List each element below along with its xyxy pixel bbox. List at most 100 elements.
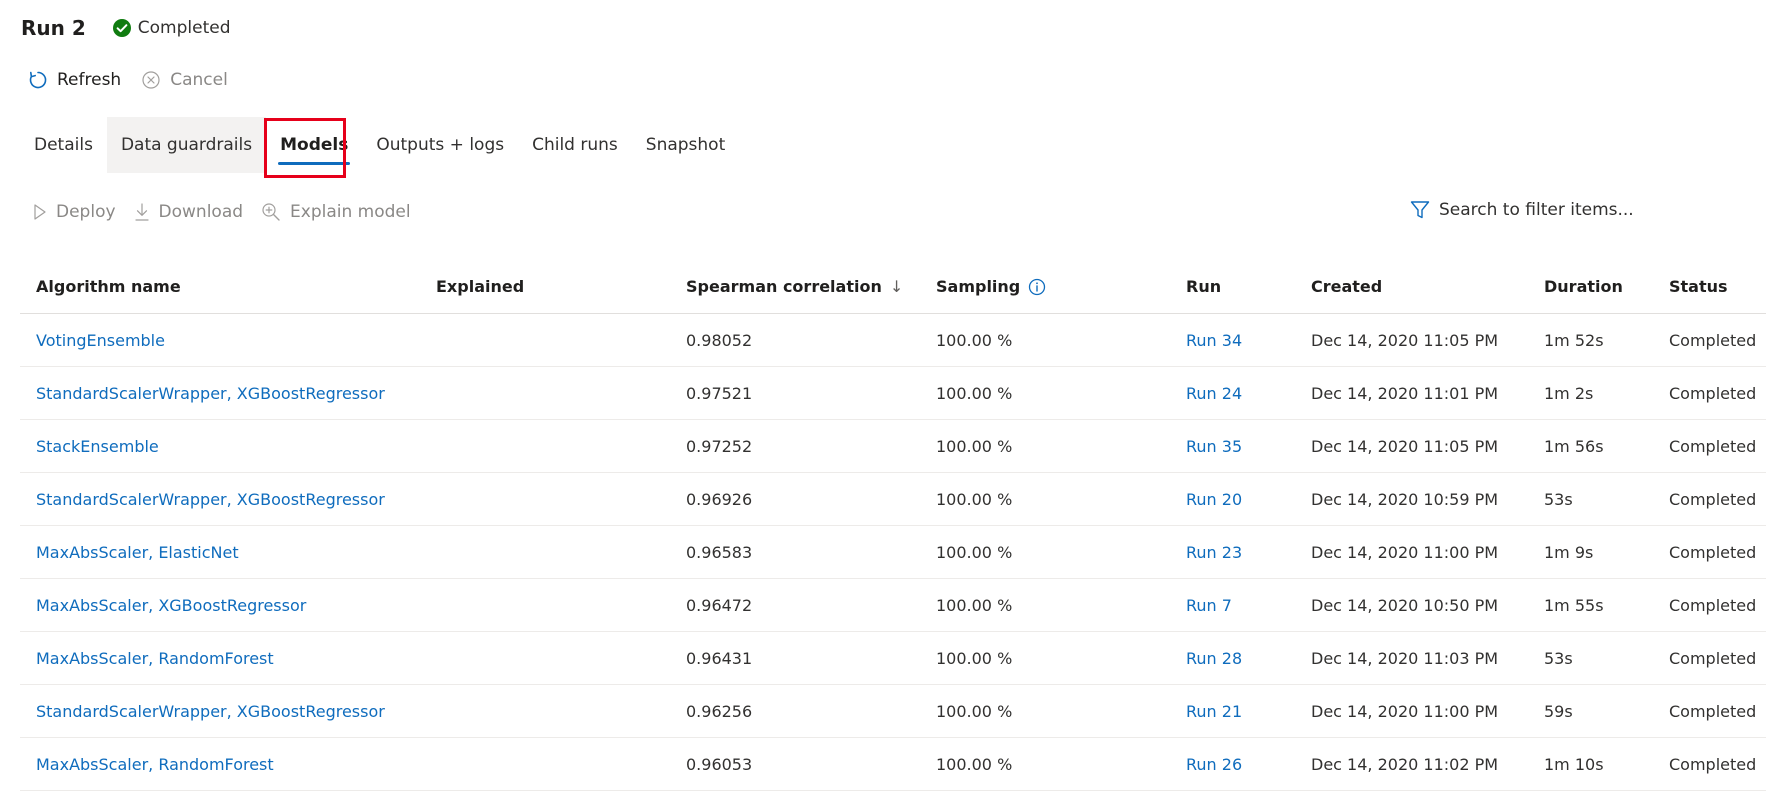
sampling-cell: 100.00 %: [936, 648, 1013, 668]
cancel-icon: [142, 71, 160, 89]
table-row[interactable]: StandardScalerWrapper, XGBoostRegressor …: [20, 367, 1766, 420]
created-cell: Dec 14, 2020 11:03 PM: [1311, 648, 1499, 668]
run-link[interactable]: Run 7: [1170, 596, 1295, 615]
table-row[interactable]: MaxAbsScaler, RandomForest 0.96053 100.0…: [20, 738, 1766, 791]
created-cell: Dec 14, 2020 10:59 PM: [1311, 489, 1499, 509]
table-row[interactable]: MaxAbsScaler, XGBoostRegressor 0.96472 1…: [20, 579, 1766, 632]
algorithm-name-link[interactable]: StandardScalerWrapper, XGBoostRegressor: [20, 702, 420, 721]
duration-cell: 53s: [1544, 489, 1573, 509]
sampling-cell: 100.00 %: [936, 383, 1013, 403]
table-row[interactable]: StackEnsemble 0.97252 100.00 % Run 35 De…: [20, 420, 1766, 473]
deploy-label: Deploy: [56, 202, 116, 222]
col-header-created[interactable]: Created: [1295, 277, 1528, 296]
algorithm-name-link[interactable]: MaxAbsScaler, XGBoostRegressor: [20, 596, 420, 615]
duration-cell: 1m 56s: [1544, 436, 1604, 456]
col-header-label: Duration: [1544, 277, 1623, 296]
run-link[interactable]: Run 26: [1170, 755, 1295, 774]
tab-outputs-logs[interactable]: Outputs + logs: [362, 117, 518, 173]
explain-model-button[interactable]: Explain model: [261, 202, 411, 222]
deploy-button[interactable]: Deploy: [33, 202, 116, 222]
tab-label: Snapshot: [645, 135, 726, 155]
duration-cell: 1m 52s: [1544, 330, 1604, 350]
spearman-cell: 0.96926: [686, 489, 753, 509]
algorithm-name-link[interactable]: StackEnsemble: [20, 437, 420, 456]
col-header-sampling[interactable]: Sampling: [920, 277, 1170, 296]
table-row[interactable]: StandardScalerWrapper, XGBoostRegressor …: [20, 473, 1766, 526]
explain-model-label: Explain model: [290, 202, 411, 222]
tab-label: Data guardrails: [120, 135, 253, 155]
tab-label: Details: [34, 135, 93, 155]
cancel-button[interactable]: Cancel: [141, 70, 228, 90]
sampling-cell: 100.00 %: [936, 701, 1013, 721]
algorithm-name-link[interactable]: VotingEnsemble: [20, 331, 420, 350]
sort-descending-icon: ↓: [889, 277, 904, 296]
sampling-cell: 100.00 %: [936, 595, 1013, 615]
run-link[interactable]: Run 28: [1170, 649, 1295, 668]
table-row[interactable]: StandardScalerWrapper, XGBoostRegressor …: [20, 685, 1766, 738]
page-title: Run 2: [21, 16, 86, 40]
col-header-label: Status: [1669, 277, 1728, 296]
run-link[interactable]: Run 21: [1170, 702, 1295, 721]
spearman-cell: 0.96053: [686, 754, 753, 774]
table-row[interactable]: MaxAbsScaler, ElasticNet 0.96583 100.00 …: [20, 526, 1766, 579]
tab-details[interactable]: Details: [20, 117, 107, 173]
col-header-label: Created: [1311, 277, 1383, 296]
table-row[interactable]: MaxAbsScaler, RandomForest 0.96431 100.0…: [20, 632, 1766, 685]
created-cell: Dec 14, 2020 11:02 PM: [1311, 754, 1499, 774]
run-link[interactable]: Run 35: [1170, 437, 1295, 456]
status-cell: Completed: [1669, 383, 1757, 403]
col-header-label: Algorithm name: [36, 277, 181, 296]
run-link[interactable]: Run 20: [1170, 490, 1295, 509]
cancel-label: Cancel: [170, 70, 228, 90]
sampling-cell: 100.00 %: [936, 330, 1013, 350]
created-cell: Dec 14, 2020 11:00 PM: [1311, 542, 1499, 562]
download-button[interactable]: Download: [134, 202, 244, 222]
duration-cell: 1m 2s: [1544, 383, 1594, 403]
status-cell: Completed: [1669, 595, 1757, 615]
run-link[interactable]: Run 23: [1170, 543, 1295, 562]
algorithm-name-link[interactable]: MaxAbsScaler, RandomForest: [20, 755, 420, 774]
highlight-box: [264, 118, 346, 178]
col-header-explained[interactable]: Explained: [420, 277, 670, 296]
models-table: Algorithm name Explained Spearman correl…: [20, 260, 1766, 791]
duration-cell: 1m 10s: [1544, 754, 1604, 774]
col-header-status[interactable]: Status: [1653, 277, 1766, 296]
refresh-icon: [29, 71, 47, 89]
run-status: Completed: [112, 18, 231, 38]
tab-snapshot[interactable]: Snapshot: [632, 117, 739, 173]
created-cell: Dec 14, 2020 11:00 PM: [1311, 701, 1499, 721]
algorithm-name-link[interactable]: StandardScalerWrapper, XGBoostRegressor: [20, 384, 420, 403]
col-header-algorithm-name[interactable]: Algorithm name: [20, 277, 420, 296]
status-cell: Completed: [1669, 489, 1757, 509]
col-header-spearman-correlation[interactable]: Spearman correlation ↓: [670, 277, 920, 296]
sampling-cell: 100.00 %: [936, 754, 1013, 774]
status-cell: Completed: [1669, 701, 1757, 721]
run-link[interactable]: Run 24: [1170, 384, 1295, 403]
col-header-run[interactable]: Run: [1170, 277, 1295, 296]
filter-search-box[interactable]: Search to filter items...: [1410, 196, 1634, 224]
col-header-label: Spearman correlation: [686, 277, 882, 296]
info-icon[interactable]: [1028, 278, 1046, 296]
status-cell: Completed: [1669, 436, 1757, 456]
algorithm-name-link[interactable]: MaxAbsScaler, RandomForest: [20, 649, 420, 668]
spearman-cell: 0.97521: [686, 383, 753, 403]
download-label: Download: [158, 202, 244, 222]
spearman-cell: 0.96472: [686, 595, 753, 615]
status-cell: Completed: [1669, 330, 1757, 350]
col-header-label: Sampling: [936, 277, 1021, 296]
refresh-button[interactable]: Refresh: [28, 70, 121, 90]
tab-label: Child runs: [532, 135, 618, 155]
tab-data-guardrails[interactable]: Data guardrails: [106, 117, 267, 173]
created-cell: Dec 14, 2020 11:05 PM: [1311, 330, 1499, 350]
duration-cell: 59s: [1544, 701, 1573, 721]
run-link[interactable]: Run 34: [1170, 331, 1295, 350]
status-label: Completed: [137, 18, 231, 38]
created-cell: Dec 14, 2020 10:50 PM: [1311, 595, 1499, 615]
tab-child-runs[interactable]: Child runs: [518, 117, 632, 173]
col-header-duration[interactable]: Duration: [1528, 277, 1653, 296]
algorithm-name-link[interactable]: MaxAbsScaler, ElasticNet: [20, 543, 420, 562]
duration-cell: 1m 9s: [1544, 542, 1594, 562]
algorithm-name-link[interactable]: StandardScalerWrapper, XGBoostRegressor: [20, 490, 420, 509]
table-row[interactable]: VotingEnsemble 0.98052 100.00 % Run 34 D…: [20, 314, 1766, 367]
command-bar: Refresh Cancel: [28, 66, 228, 94]
